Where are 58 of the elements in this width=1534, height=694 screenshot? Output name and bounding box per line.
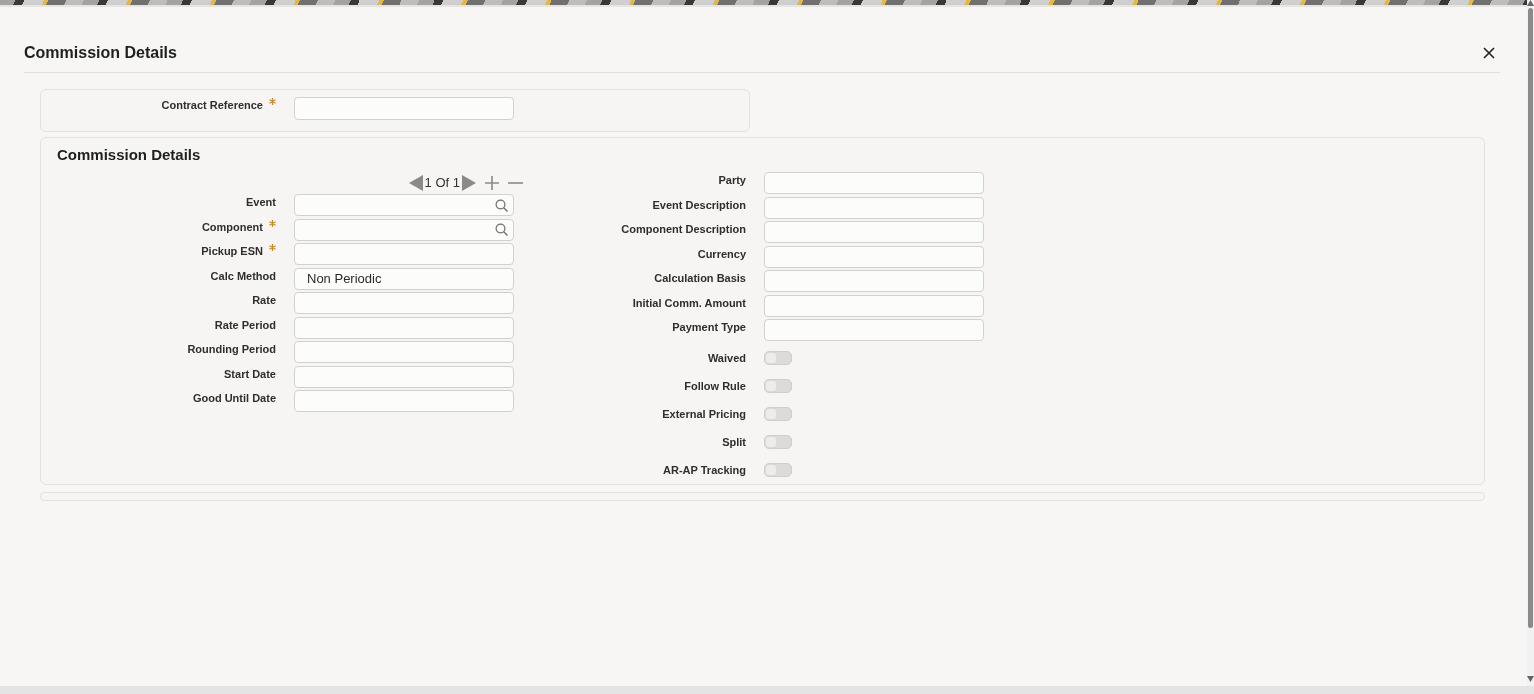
input-field[interactable] <box>764 245 984 268</box>
plus-icon[interactable] <box>485 176 499 190</box>
field-label: Contract Reference <box>161 99 263 111</box>
lookup-field[interactable] <box>294 218 514 241</box>
minus-icon[interactable] <box>508 182 523 184</box>
field-label: Event <box>246 196 276 208</box>
toggle-switch[interactable] <box>764 406 792 421</box>
field-label: Component <box>201 220 263 233</box>
field-label: AR-AP Tracking <box>663 463 746 476</box>
input-field[interactable] <box>764 221 984 243</box>
field-label: External Pricing <box>662 407 746 420</box>
toggle-switch[interactable] <box>764 378 792 393</box>
field-label: Pickup ESN <box>201 245 263 257</box>
input-field[interactable]: Non Periodic <box>294 267 514 290</box>
toggle-switch[interactable] <box>764 462 792 477</box>
input-field[interactable] <box>764 196 984 219</box>
page-indicator: 1 Of 1 <box>424 175 460 191</box>
field-label: Good Until Date <box>192 392 276 404</box>
field-label: Currency <box>697 247 746 260</box>
field-label: Split <box>722 435 746 448</box>
toggle-switch[interactable] <box>764 350 792 365</box>
field-label: Component Description <box>621 223 746 235</box>
field-label: Payment Type <box>672 321 746 333</box>
lookup-field[interactable] <box>294 194 514 216</box>
input-field[interactable] <box>294 97 514 120</box>
close-icon[interactable] <box>1483 47 1495 59</box>
window-title: Commission Details <box>24 43 177 63</box>
input-field[interactable] <box>764 319 984 341</box>
input-field[interactable] <box>764 172 984 194</box>
field-label: Calculation Basis <box>654 272 746 284</box>
scrollbar-thumb[interactable] <box>1528 8 1533 628</box>
field-label: Party <box>718 174 746 186</box>
input-field[interactable] <box>294 390 514 412</box>
field-label: Waived <box>707 351 746 364</box>
field-label: Initial Comm. Amount <box>632 296 746 309</box>
section-title: Commission Details <box>56 145 202 165</box>
input-field[interactable] <box>294 365 514 388</box>
input-field[interactable] <box>764 294 984 317</box>
scroll-up-icon[interactable] <box>1527 0 1534 6</box>
field-label: Rounding Period <box>187 343 276 355</box>
search-icon[interactable] <box>495 223 508 236</box>
input-field[interactable] <box>294 316 514 339</box>
input-field[interactable] <box>294 292 514 314</box>
search-icon[interactable] <box>495 198 508 212</box>
field-label: Start Date <box>224 367 276 380</box>
right-arrow-icon[interactable] <box>462 175 476 191</box>
left-arrow-icon[interactable] <box>408 175 423 191</box>
input-field[interactable] <box>764 270 984 292</box>
input-field[interactable] <box>294 341 514 363</box>
field-label: Follow Rule <box>684 379 746 392</box>
field-label: Rate Period <box>214 318 276 331</box>
toggle-switch[interactable] <box>764 434 792 449</box>
scroll-down-icon[interactable] <box>1527 676 1534 682</box>
input-field[interactable] <box>294 243 514 265</box>
field-label: Calc Method <box>210 269 276 282</box>
vertical-scrollbar[interactable] <box>1527 0 1534 686</box>
field-label: Rate <box>252 294 276 306</box>
field-label: Event Description <box>652 198 746 211</box>
